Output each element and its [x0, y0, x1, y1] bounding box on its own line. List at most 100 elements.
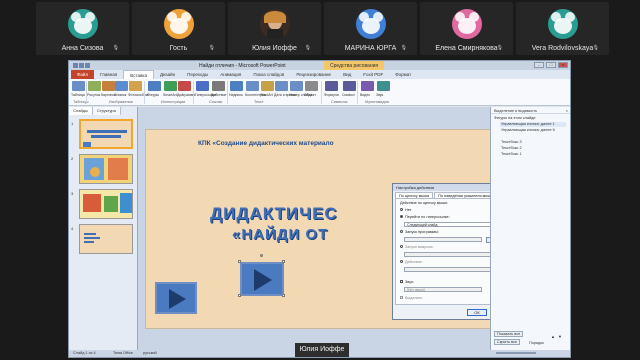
participant-tile[interactable]: Елена Смирнякова 🎙 [420, 2, 513, 55]
ribbon-tab[interactable]: Рецензирование [290, 70, 337, 79]
arrow-down-icon[interactable]: ▼ [558, 334, 562, 339]
option-hyperlink[interactable]: Перейти по гиперссылке: [400, 215, 450, 219]
shape-list-item[interactable]: Управляющая кнопка: далее 6 [500, 128, 566, 133]
resize-handle[interactable] [282, 260, 285, 263]
ribbon-tab[interactable]: Главная [94, 70, 123, 79]
title-bar: Найди отличия - Microsoft PowerPoint Сре… [69, 61, 570, 70]
pane-tabs: Слайды Структура [69, 107, 137, 115]
pane-subtitle: Фигуры на этом слайде: [494, 116, 537, 120]
participant-tile[interactable]: Анна Сизова 🎙 [36, 2, 129, 55]
ribbon-tabs: Файл Главная Вставка Дизайн Переходы Анимация… [69, 70, 570, 79]
ribbon-button-icon[interactable] [178, 81, 191, 91]
minimize-icon[interactable]: – [534, 62, 544, 68]
action-button-next-selected[interactable] [240, 262, 284, 296]
sound-select[interactable]: [Нет звука] [404, 287, 482, 292]
dolphin-icon [451, 9, 482, 39]
highlight-checkbox[interactable]: Выделить [400, 296, 423, 300]
maximize-icon[interactable]: □ [546, 62, 556, 68]
shape-list-item[interactable]: Управляющая кнопка: далее 1 [500, 122, 566, 127]
ribbon-button-icon[interactable] [115, 81, 128, 91]
ribbon-group-separator [86, 81, 87, 104]
close-icon[interactable]: × [558, 62, 568, 68]
ribbon-button-icon[interactable] [230, 81, 243, 91]
ribbon-button-icon[interactable] [325, 81, 338, 91]
ribbon-tab[interactable]: Вставка [123, 70, 154, 79]
slide-thumbnail[interactable] [79, 154, 133, 184]
participant-tile[interactable]: МАРИНА ЮРГА 🎙 [324, 2, 417, 55]
resize-handle[interactable] [238, 260, 241, 263]
ribbon-button-label: Видео [360, 93, 371, 97]
slide-thumbnail-row[interactable]: 3 [71, 189, 135, 219]
ribbon-group-label: Символы [331, 100, 348, 104]
participant-strip: Анна Сизова 🎙 Гость 🎙 Юлия Иоффе 🎙 МАРИНА ЮРГА… [36, 2, 610, 55]
ribbon-button-icon[interactable] [196, 81, 209, 91]
ribbon-button-label: Действие [211, 93, 227, 97]
ribbon-button-icon[interactable] [72, 81, 85, 91]
arrow-up-icon[interactable]: ▲ [551, 334, 555, 339]
program-field[interactable] [404, 237, 482, 242]
ribbon-tab[interactable]: Анимация [214, 70, 247, 79]
action-button-next[interactable] [155, 282, 197, 314]
ribbon-tab[interactable]: Файл [71, 70, 95, 79]
language[interactable]: русский [143, 351, 157, 355]
slide-thumbnail-row[interactable]: 4 [71, 224, 135, 254]
ribbon-button-label: Символ [342, 93, 355, 97]
resize-handle[interactable] [282, 294, 285, 297]
option-run-macro[interactable]: Запуск макроса: [400, 245, 434, 249]
shape-list-item[interactable]: Текстбокс 1 [500, 152, 566, 157]
ribbon-button-label: Таблица [71, 93, 85, 97]
ribbon-tab[interactable]: Foxit PDF [357, 70, 389, 79]
ribbon-button-icon[interactable] [164, 81, 177, 91]
shape-list-item[interactable]: Текстбокс 2 [500, 146, 566, 151]
walrus-icon [67, 9, 98, 39]
ribbon-tab[interactable]: Показ слайдов [247, 70, 290, 79]
ribbon-button-icon[interactable] [305, 81, 318, 91]
quick-access-toolbar[interactable] [73, 63, 113, 68]
ribbon-button-icon[interactable] [261, 81, 274, 91]
option-object-action[interactable]: Действие: [400, 260, 423, 264]
slide-thumbnail[interactable] [79, 119, 133, 149]
tab-slides[interactable]: Слайды [69, 107, 93, 115]
ribbon-tab[interactable]: Переходы [181, 70, 214, 79]
slide-thumbnail[interactable] [79, 189, 133, 219]
selection-pane: Выделение и видимость × Фигуры на этом с… [490, 107, 570, 350]
ribbon-button-icon[interactable] [290, 81, 303, 91]
slide-counter: Слайд 1 из 4 [73, 351, 96, 355]
ribbon-button-icon[interactable] [377, 81, 390, 91]
ribbon-tab[interactable]: Вид [337, 70, 357, 79]
sound-checkbox[interactable]: Звук: [400, 280, 414, 284]
tab-outline[interactable]: Структура [92, 107, 121, 115]
show-all-button[interactable]: Показать все [494, 331, 524, 337]
participant-tile[interactable]: Гость 🎙 [132, 2, 225, 55]
ribbon-tab[interactable]: Формат [389, 70, 417, 79]
slide-title-line1: ДИДАКТИЧЕС [210, 204, 338, 223]
ribbon-button-icon[interactable] [361, 81, 374, 91]
participant-tile[interactable]: Юлия Иоффе 🎙 [228, 2, 321, 55]
slide-thumbnail[interactable] [79, 224, 133, 254]
rotate-handle[interactable] [260, 254, 263, 257]
ribbon-button-icon[interactable] [275, 81, 288, 91]
ribbon-button-icon[interactable] [129, 81, 142, 91]
close-icon[interactable]: × [566, 108, 568, 113]
ribbon-button-icon[interactable] [212, 81, 225, 91]
radio-checked-icon [400, 215, 403, 218]
shape-list-item[interactable]: Текстбокс 3 [500, 140, 566, 145]
ribbon-button-label: WordArt [260, 93, 273, 97]
zoom-slider[interactable] [496, 352, 536, 354]
ok-button[interactable]: ОК [467, 309, 487, 316]
resize-handle[interactable] [238, 294, 241, 297]
checkbox-icon [400, 280, 403, 283]
ribbon-button-icon[interactable] [148, 81, 161, 91]
slide-thumbnail-row[interactable]: 2 [71, 154, 135, 184]
ribbon-button-icon[interactable] [102, 81, 115, 91]
ribbon-button-icon[interactable] [343, 81, 356, 91]
option-none[interactable]: Нет [400, 208, 411, 212]
participant-tile[interactable]: Vera Rodvilovskaya 🎙 [516, 2, 609, 55]
ribbon-button-icon[interactable] [246, 81, 259, 91]
ribbon-button-icon[interactable] [88, 81, 101, 91]
option-run-program[interactable]: Запуск программы: [400, 230, 439, 234]
ribbon-tab[interactable]: Дизайн [154, 70, 181, 79]
slide-thumbnail-row[interactable]: 1 [71, 119, 135, 149]
ribbon-button-label: Объект [304, 93, 316, 97]
hide-all-button[interactable]: Скрыть все [494, 339, 521, 345]
